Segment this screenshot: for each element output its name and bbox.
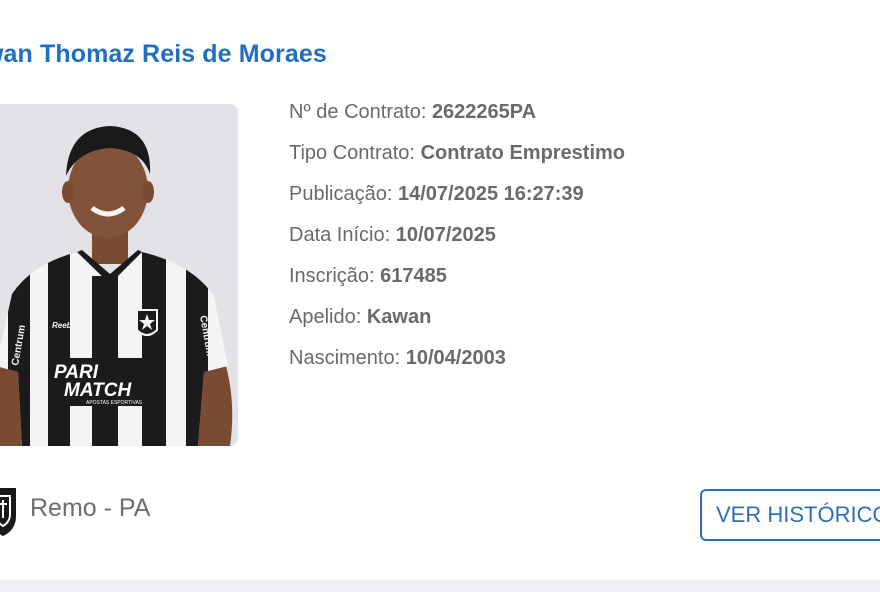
detail-row-nickname: Apelido: Kawan [289,303,625,344]
detail-label: Inscrição: [289,265,375,287]
detail-row-contract-number: Nº de Contrato: 2622265PA [289,98,625,139]
detail-row-publication: Publicação: 14/07/2025 16:27:39 [289,180,625,221]
detail-row-registration: Inscrição: 617485 [289,262,625,303]
player-photo: PARI MATCH APOSTAS ESPORTIVAS Reebok Cen… [0,104,238,446]
detail-row-contract-type: Tipo Contrato: Contrato Emprestimo [289,139,625,180]
kit-brand-text: Reebok [52,321,81,330]
player-card: wan Thomaz Reis de Moraes PARI MATCH APO… [0,0,880,580]
detail-row-start-date: Data Início: 10/07/2025 [289,221,625,262]
detail-row-birth: Nascimento: 10/04/2003 [289,344,625,385]
detail-value: 10/04/2003 [405,347,506,369]
detail-label: Publicação: [289,183,393,205]
detail-label: Apelido: [289,306,362,328]
detail-label: Nascimento: [289,347,401,369]
player-name: wan Thomaz Reis de Moraes [0,40,327,68]
sponsor-bottom-text: MATCH [64,380,132,401]
detail-label: Data Início: [289,224,391,246]
detail-label: Nº de Contrato: [289,101,427,123]
sponsor-tagline-text: APOSTAS ESPORTIVAS [86,400,143,406]
contract-details: Nº de Contrato: 2622265PA Tipo Contrato:… [289,98,625,385]
detail-value: 617485 [380,265,447,287]
detail-label: Tipo Contrato: [289,142,415,164]
detail-value: Kawan [366,306,432,328]
detail-value: 2622265PA [431,101,537,123]
club-name: Remo - PA [30,493,151,522]
detail-value: 14/07/2025 16:27:39 [397,183,584,205]
bottom-divider [0,580,880,592]
detail-value: 10/07/2025 [395,224,496,246]
club-crest-icon [0,488,16,536]
club-info: Remo - PA [0,478,150,538]
view-history-button[interactable]: VER HISTÓRICO [700,489,880,541]
detail-value: Contrato Emprestimo [420,142,626,164]
